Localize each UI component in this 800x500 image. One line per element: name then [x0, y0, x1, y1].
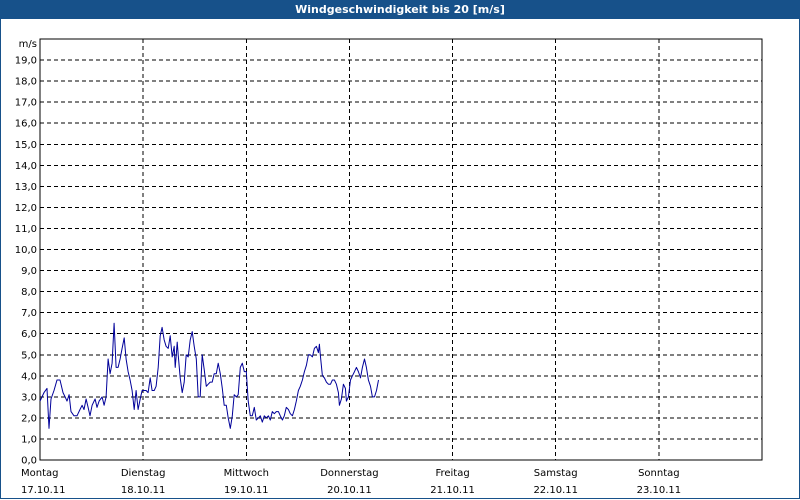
x-tick-day-label: Dienstag — [121, 468, 166, 479]
x-tick-date-label: 22.10.11 — [533, 485, 578, 496]
y-tick-label: 10,0 — [15, 245, 37, 256]
y-tick-label: 15,0 — [15, 140, 37, 151]
y-tick-label: 18,0 — [15, 77, 37, 88]
x-tick-day-label: Mittwoch — [224, 468, 269, 479]
x-tick-day-label: Samstag — [534, 468, 578, 479]
wind-speed-chart: 0,0 1,0 2,0 3,0 4,0 5,0 6,0 7,0 8,0 9,0 10,0 11,0 12… — [15, 38, 763, 496]
x-tick-day-label: Montag — [21, 468, 58, 479]
y-tick-label: 7,0 — [21, 308, 37, 319]
x-tick-day-label: Sonntag — [638, 468, 680, 479]
y-tick-label: 5,0 — [21, 350, 37, 361]
y-tick-label: 12,0 — [15, 203, 37, 214]
x-tick-day-label: Donnerstag — [320, 468, 378, 479]
y-axis-unit-label: m/s — [19, 39, 37, 50]
y-tick-label: 0,0 — [21, 456, 37, 467]
y-tick-label: 11,0 — [15, 224, 37, 235]
x-tick-day-label: Freitag — [435, 468, 469, 479]
y-tick-label: 3,0 — [21, 392, 37, 403]
y-tick-label: 14,0 — [15, 161, 37, 172]
x-tick-date-label: 18.10.11 — [121, 485, 166, 496]
x-tick-date-label: 17.10.11 — [21, 485, 66, 496]
x-tick-date-label: 21.10.11 — [430, 485, 475, 496]
y-tick-label: 1,0 — [21, 434, 37, 445]
y-tick-label: 8,0 — [21, 287, 37, 298]
y-tick-label: 9,0 — [21, 266, 37, 277]
y-tick-label: 16,0 — [15, 119, 37, 130]
y-tick-label: 13,0 — [15, 182, 37, 193]
x-tick-date-label: 19.10.11 — [224, 485, 269, 496]
y-tick-label: 6,0 — [21, 329, 37, 340]
y-tick-label: 2,0 — [21, 413, 37, 424]
y-tick-label: 17,0 — [15, 98, 37, 109]
y-tick-label: 4,0 — [21, 371, 37, 382]
y-tick-label: 19,0 — [15, 56, 37, 67]
x-tick-date-label: 23.10.11 — [637, 485, 682, 496]
x-tick-date-label: 20.10.11 — [327, 485, 372, 496]
